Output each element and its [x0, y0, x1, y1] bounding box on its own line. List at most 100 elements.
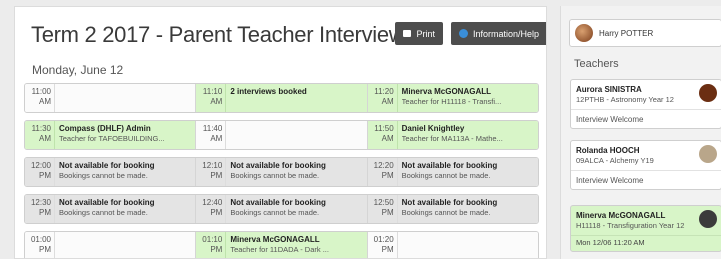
teacher-class: 09ALCA - Alchemy Y19 — [576, 156, 654, 165]
interview-schedule-panel: Term 2 2017 - Parent Teacher Interviews … — [14, 6, 547, 259]
slot-subtitle: Bookings cannot be made. — [230, 208, 320, 217]
slot-subtitle: Bookings cannot be made. — [401, 171, 491, 180]
slot-subtitle: Bookings cannot be made. — [230, 171, 320, 180]
slot-details: 2 interviews booked — [226, 84, 366, 112]
slot-details: Compass (DHLF) Admin Teacher for TAFOEBUI… — [55, 121, 195, 149]
slot-subtitle: Bookings cannot be made. — [59, 171, 148, 180]
avatar — [699, 145, 717, 163]
slot-time: 11:00 AM — [25, 84, 55, 112]
slot-details: Not available for booking Bookings cannot… — [398, 195, 538, 223]
slot-title: Compass (DHLF) Admin — [59, 124, 151, 133]
teacher-card-header: Rolanda HOOCH 09ALCA - Alchemy Y19 — [571, 141, 721, 171]
teacher-card[interactable]: Aurora SINISTRA 12PTHB - Astronomy Year 1… — [570, 79, 721, 129]
slot-details: Not available for booking Bookings cannot… — [226, 158, 366, 186]
slot-time: 11:40 AM — [196, 121, 227, 149]
slot-title: 2 interviews booked — [230, 87, 307, 96]
slot-time-value: 12:30 — [30, 198, 51, 207]
time-slot[interactable]: 01:00 PM — [25, 232, 197, 258]
time-slot-grid: 11:00 AM 11:10 AM 2 interviews booked 11:20 AM… — [24, 83, 539, 258]
slot-subtitle: Teacher for H11118 - Transfi... — [401, 97, 502, 106]
user-selector[interactable]: Harry POTTER — [569, 19, 721, 47]
slot-time: 11:50 AM — [368, 121, 398, 149]
slot-time-period: AM — [39, 134, 51, 143]
avatar — [575, 24, 593, 42]
time-slot[interactable]: 11:10 AM 2 interviews booked — [196, 84, 368, 112]
print-button[interactable]: Print — [395, 22, 443, 45]
slot-title: Not available for booking — [59, 198, 155, 207]
slot-time-value: 01:00 — [30, 235, 51, 244]
slot-time-value: 11:30 — [31, 124, 51, 133]
time-slot[interactable]: 11:00 AM — [25, 84, 197, 112]
teacher-name: Aurora SINISTRA — [576, 85, 642, 94]
time-slot-row: 12:00 PM Not available for booking Bookings… — [24, 157, 539, 187]
teacher-class: H11118 - Transfiguration Year 12 — [576, 221, 685, 230]
time-slot[interactable]: 12:00 PM Not available for booking Bookings… — [25, 158, 197, 186]
time-slot-row: 11:00 AM 11:10 AM 2 interviews booked 11:20 AM… — [24, 83, 539, 113]
information-help-button[interactable]: Information/Help — [451, 22, 546, 45]
slot-time-period: AM — [39, 97, 51, 106]
slot-subtitle: Teacher for 11DADA - Dark ... — [230, 245, 329, 254]
slot-details — [398, 232, 538, 258]
slot-title: Not available for booking — [230, 161, 326, 170]
teacher-card[interactable]: Rolanda HOOCH 09ALCA - Alchemy Y19 Intervi… — [570, 140, 721, 190]
slot-time: 01:00 PM — [25, 232, 55, 258]
time-slot[interactable]: 12:30 PM Not available for booking Bookings… — [25, 195, 197, 223]
page: Term 2 2017 - Parent Teacher Interviews … — [0, 0, 721, 259]
slot-time-period: PM — [381, 171, 394, 180]
teacher-card[interactable]: Minerva McGONAGALL H11118 - Transfigurati… — [570, 205, 721, 252]
slot-details: Not available for booking Bookings cannot… — [398, 158, 538, 186]
time-slot[interactable]: 11:30 AM Compass (DHLF) Admin Teacher for T… — [25, 121, 197, 149]
slot-time: 12:00 PM — [25, 158, 55, 186]
slot-time-value: 11:50 — [374, 124, 394, 133]
slot-time-period: PM — [210, 245, 223, 254]
slot-details: Minerva McGONAGALL Teacher for 11DADA - D… — [226, 232, 366, 258]
time-slot-row: 12:30 PM Not available for booking Bookings… — [24, 194, 539, 224]
time-slot[interactable]: 12:20 PM Not available for booking Bookings… — [367, 158, 538, 186]
slot-details — [55, 84, 195, 112]
time-slot[interactable]: 11:50 AM Daniel Knightley Teacher for MA113… — [367, 121, 538, 149]
user-name: Harry POTTER — [599, 28, 654, 38]
slot-details: Not available for booking Bookings cannot… — [226, 195, 366, 223]
slot-time-period: PM — [210, 208, 223, 217]
slot-time: 11:20 AM — [368, 84, 398, 112]
slot-subtitle: Bookings cannot be made. — [59, 208, 148, 217]
slot-time: 11:10 AM — [196, 84, 227, 112]
slot-details: Not available for booking Bookings cannot… — [55, 195, 195, 223]
slot-title: Minerva McGONAGALL — [401, 87, 491, 96]
slot-subtitle: Bookings cannot be made. — [401, 208, 491, 217]
slot-time-period: PM — [381, 245, 394, 254]
slot-time-value: 12:40 — [202, 198, 223, 207]
slot-time-value: 01:20 — [373, 235, 394, 244]
print-button-label: Print — [416, 28, 435, 39]
time-slot[interactable]: 11:40 AM — [196, 121, 368, 149]
slot-time-value: 12:00 — [30, 161, 51, 170]
slot-subtitle: Teacher for MA113A - Mathe... — [401, 134, 503, 143]
time-slot[interactable]: 01:10 PM Minerva McGONAGALL Teacher for 11D… — [196, 232, 368, 258]
time-slot[interactable]: 12:40 PM Not available for booking Bookings… — [196, 195, 368, 223]
slot-time-value: 01:10 — [202, 235, 223, 244]
teachers-sidebar: Harry POTTER Teachers Aurora SINISTRA 12P… — [560, 6, 721, 259]
time-slot[interactable]: 12:50 PM Not available for booking Bookings… — [367, 195, 538, 223]
slot-time-period: PM — [39, 245, 51, 254]
slot-time-period: PM — [39, 208, 51, 217]
slot-details — [55, 232, 195, 258]
slot-time-period: PM — [210, 171, 223, 180]
interview-status: Interview Welcome — [576, 176, 644, 185]
slot-title: Not available for booking — [230, 198, 326, 207]
time-slot[interactable]: 11:20 AM Minerva McGONAGALL Teacher for H11… — [367, 84, 538, 112]
printer-icon — [403, 30, 412, 37]
slot-time-period: AM — [210, 97, 223, 106]
teacher-class: 12PTHB - Astronomy Year 12 — [576, 95, 674, 104]
slot-time: 01:10 PM — [196, 232, 227, 258]
avatar — [699, 210, 717, 228]
time-slot-row: 01:00 PM 01:10 PM Minerva McGONAGALL Teacher … — [24, 231, 539, 258]
teacher-name: Rolanda HOOCH — [576, 146, 640, 155]
teachers-heading: Teachers — [574, 58, 619, 70]
slot-time-value: 11:00 — [31, 87, 51, 96]
slot-title: Not available for booking — [401, 161, 498, 170]
info-icon — [459, 29, 468, 38]
time-slot[interactable]: 12:10 PM Not available for booking Bookings… — [196, 158, 368, 186]
time-slot[interactable]: 01:20 PM — [367, 232, 538, 258]
slot-subtitle: Teacher for TAFOEBUILDING... — [59, 134, 165, 143]
slot-time: 12:40 PM — [196, 195, 227, 223]
